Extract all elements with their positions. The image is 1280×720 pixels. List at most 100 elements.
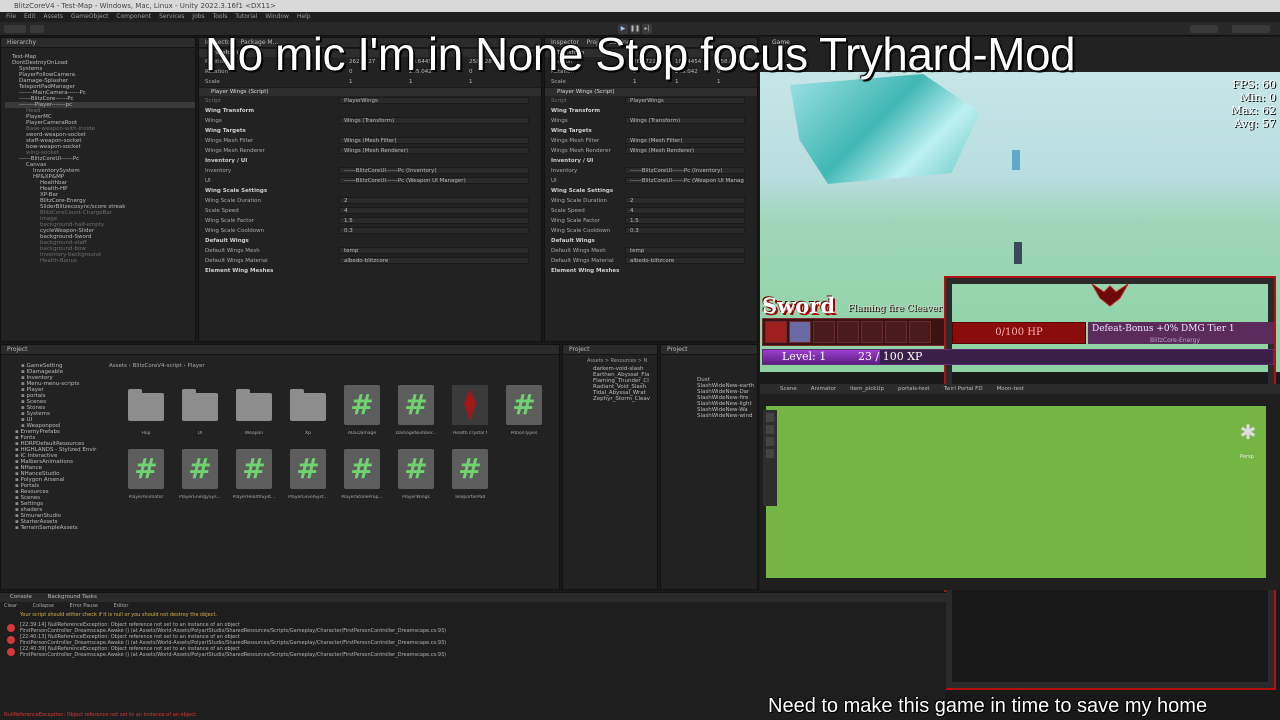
tab-background-tasks[interactable]: Background Tasks bbox=[48, 593, 97, 602]
project-tab-3[interactable]: Project bbox=[661, 345, 757, 355]
console-entry[interactable]: [22:40:13] NullReferenceException: Objec… bbox=[0, 634, 950, 646]
script-field[interactable]: PlayerWings bbox=[625, 97, 745, 104]
asset-item[interactable]: # PlayerStoneProp... bbox=[335, 449, 389, 509]
weapon-slot[interactable] bbox=[837, 321, 859, 343]
project-tab[interactable]: Project bbox=[1, 345, 559, 355]
menu-component[interactable]: Component bbox=[116, 13, 151, 20]
property-field[interactable]: ------BlitzCoreUI------Pc (Weapon UI Man… bbox=[339, 177, 529, 184]
asset-item[interactable]: # PlayerWings bbox=[389, 449, 443, 509]
scene-view[interactable] bbox=[766, 406, 1266, 578]
folder-item[interactable]: ▪ TerrainSampleAssets bbox=[5, 525, 105, 531]
property-row: Wings Mesh Filter Wings (Mesh Filter) bbox=[199, 136, 541, 146]
property-field[interactable]: ------BlitzCoreUI------Pc (Inventory) bbox=[625, 167, 745, 174]
property-field[interactable]: 0.3 bbox=[625, 227, 745, 234]
weapon-slot[interactable] bbox=[789, 321, 811, 343]
weapon-slot[interactable] bbox=[813, 321, 835, 343]
project-tab-2[interactable]: Project bbox=[563, 345, 657, 355]
script-field[interactable]: PlayerWings bbox=[339, 97, 529, 104]
property-field[interactable]: albedo-blitzcore bbox=[339, 257, 529, 264]
asset-item[interactable]: # PlayerEnergySys... bbox=[173, 449, 227, 509]
property-field[interactable]: albedo-blitzcore bbox=[625, 257, 745, 264]
property-field[interactable]: 4 bbox=[625, 207, 745, 214]
asset-item[interactable]: # DamageNumber... bbox=[389, 385, 443, 445]
console-entry[interactable]: [22:39:14] NullReferenceException: Objec… bbox=[0, 622, 950, 634]
editor-dropdown[interactable]: Editor bbox=[114, 602, 129, 611]
asset-item[interactable]: # PlayerLevelSyst... bbox=[281, 449, 335, 509]
asset-item[interactable]: # TeleporterPad bbox=[443, 449, 497, 509]
property-field[interactable]: Wings (Mesh Filter) bbox=[339, 137, 529, 144]
property-field[interactable]: 0.3 bbox=[339, 227, 529, 234]
menu-help[interactable]: Help bbox=[297, 13, 311, 20]
scene-tab[interactable]: Scene bbox=[780, 384, 797, 394]
breadcrumb-item[interactable]: Player bbox=[188, 363, 205, 369]
asset-item[interactable]: # PlayerHealthSyst... bbox=[227, 449, 281, 509]
menu-edit[interactable]: Edit bbox=[24, 13, 36, 20]
menu-window[interactable]: Window bbox=[265, 13, 289, 20]
property-field[interactable]: 4 bbox=[339, 207, 529, 214]
weapon-slot[interactable] bbox=[861, 321, 883, 343]
property-field[interactable]: temp bbox=[339, 247, 529, 254]
menu-tools[interactable]: Tools bbox=[213, 13, 228, 20]
rect-tool-icon[interactable] bbox=[766, 449, 774, 458]
property-field[interactable]: 2 bbox=[625, 197, 745, 204]
breadcrumb-item[interactable]: Assets bbox=[109, 363, 127, 369]
section-title: Element Wing Meshes bbox=[551, 268, 620, 274]
scene-tabs: Scene Animator item_pickUp portals-test Twir… bbox=[760, 384, 1280, 394]
property-field[interactable]: Wings (Mesh Filter) bbox=[625, 137, 745, 144]
console-toolbar: Clear Collapse Error Pause Editor bbox=[0, 602, 946, 611]
property-field[interactable]: temp bbox=[625, 247, 745, 254]
component-header[interactable]: Player Wings (Script) bbox=[545, 87, 757, 96]
scale-tool-icon[interactable] bbox=[766, 437, 774, 446]
property-field[interactable]: 2 bbox=[339, 197, 529, 204]
menu-file[interactable]: File bbox=[6, 13, 16, 20]
property-field[interactable]: Wings (Transform) bbox=[625, 117, 745, 124]
asset-item[interactable]: Health crystal f bbox=[443, 385, 497, 445]
menu-services[interactable]: Services bbox=[159, 13, 184, 20]
rotate-tool-icon[interactable] bbox=[766, 425, 774, 434]
hierarchy-item[interactable]: Health-Bonus bbox=[5, 258, 195, 264]
asset-item[interactable]: # AOEDamage bbox=[335, 385, 389, 445]
weapon-slot[interactable] bbox=[885, 321, 907, 343]
breadcrumb-item[interactable]: BlitzCoreV4-script bbox=[133, 363, 182, 369]
menu-tutorial[interactable]: Tutorial bbox=[235, 13, 257, 20]
section-header: Inventory / UI bbox=[199, 156, 541, 166]
scene-tab[interactable]: Animator bbox=[811, 384, 836, 394]
asset-item[interactable]: Hop bbox=[119, 385, 173, 445]
scene-gizmo-icon[interactable]: ✱ bbox=[1236, 420, 1260, 444]
clear-button[interactable]: Clear bbox=[4, 602, 17, 611]
scene-tab[interactable]: portals-test bbox=[898, 384, 930, 394]
scene-tab[interactable]: Moon-test bbox=[997, 384, 1025, 394]
asset-list-item[interactable]: Zephyr_Storm_Cleav bbox=[593, 396, 657, 402]
asset-item[interactable]: Weapon bbox=[227, 385, 281, 445]
property-field[interactable]: ------BlitzCoreUI------Pc (Weapon UI Man… bbox=[625, 177, 745, 184]
asset-item[interactable]: # PlayerAnimator bbox=[119, 449, 173, 509]
weapon-slot[interactable] bbox=[909, 321, 931, 343]
move-tool-icon[interactable] bbox=[766, 413, 774, 422]
persp-label[interactable]: Persp bbox=[1240, 454, 1254, 460]
property-field[interactable]: 1.5 bbox=[339, 217, 529, 224]
console-entry[interactable]: [22:40:39] NullReferenceException: Objec… bbox=[0, 646, 950, 658]
weapon-slot[interactable] bbox=[765, 321, 787, 343]
asset-label: PlayerStoneProp... bbox=[341, 495, 383, 500]
property-label: Wings Mesh Renderer bbox=[551, 148, 611, 154]
property-row: Wing Scale Cooldown 0.3 bbox=[199, 226, 541, 236]
collapse-button[interactable]: Collapse bbox=[33, 602, 54, 611]
asset-item[interactable]: UI bbox=[173, 385, 227, 445]
scene-tab[interactable]: item_pickUp bbox=[850, 384, 884, 394]
property-field[interactable]: 1.5 bbox=[625, 217, 745, 224]
asset-item[interactable]: Xp bbox=[281, 385, 335, 445]
menu-jobs[interactable]: Jobs bbox=[192, 13, 204, 20]
property-field[interactable]: Wings (Transform) bbox=[339, 117, 529, 124]
menu-assets[interactable]: Assets bbox=[44, 13, 64, 20]
property-field[interactable]: Wings (Mesh Renderer) bbox=[625, 147, 745, 154]
property-field[interactable]: ------BlitzCoreUI------Pc (Inventory) bbox=[339, 167, 529, 174]
asset-item[interactable]: # PotionTypes bbox=[497, 385, 551, 445]
asset-grid: Hop UI Weapon Xp # AOEDamage # DamageNumber... H… bbox=[109, 379, 559, 579]
menu-gameobject[interactable]: GameObject bbox=[71, 13, 108, 20]
tab-console[interactable]: Console bbox=[10, 593, 32, 602]
component-header[interactable]: Player Wings (Script) bbox=[199, 87, 541, 96]
property-field[interactable]: Wings (Mesh Renderer) bbox=[339, 147, 529, 154]
scene-tab[interactable]: Twirl Portal FD bbox=[944, 384, 983, 394]
error-pause-button[interactable]: Error Pause bbox=[70, 602, 98, 611]
asset-list-item[interactable]: SlashWideNew-wind bbox=[697, 413, 757, 419]
